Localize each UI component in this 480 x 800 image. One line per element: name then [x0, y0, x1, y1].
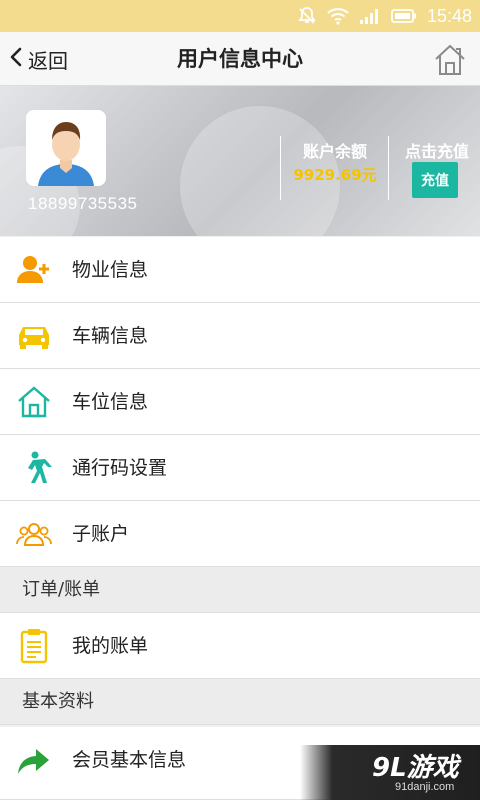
recharge-label: 点击充值: [404, 142, 469, 161]
menu-label: 车辆信息: [72, 325, 149, 347]
watermark-logo: 9L游戏 91danji.com: [300, 745, 480, 800]
share-arrow-icon: [16, 743, 52, 779]
watermark-brand: 9L游戏: [372, 753, 459, 783]
menu-label: 子账户: [72, 523, 130, 545]
battery-icon: [391, 8, 417, 24]
divider: [280, 136, 281, 200]
page-title: 用户信息中心: [177, 47, 303, 71]
group-users-icon: [16, 516, 52, 552]
avatar[interactable]: [26, 110, 106, 186]
menu-item-vehicle-info[interactable]: 车辆信息: [0, 303, 480, 369]
back-button[interactable]: 返回: [8, 32, 68, 86]
balance-value: 9929.69元: [293, 166, 377, 184]
clipboard-icon: [16, 628, 52, 664]
walking-person-icon: [16, 450, 52, 486]
add-user-icon: [16, 252, 52, 288]
clock: 15:48: [426, 5, 472, 26]
menu-label: 我的账单: [72, 635, 149, 657]
watermark-site: 91danji.com: [395, 781, 455, 793]
menu-label: 会员基本信息: [72, 749, 187, 771]
recharge-button[interactable]: 充值: [412, 162, 458, 198]
section-header-orders: 订单/账单: [0, 567, 480, 613]
menu-item-property-info[interactable]: 物业信息: [0, 237, 480, 303]
menu-item-passcode-settings[interactable]: 通行码设置: [0, 435, 480, 501]
mute-icon: [297, 6, 317, 26]
app-header: 返回 用户信息中心: [0, 32, 480, 86]
section-title: 订单/账单: [22, 579, 101, 600]
section-title: 基本资料: [22, 691, 94, 712]
chevron-left-icon: [8, 46, 24, 73]
phone-number: 18899735535: [28, 194, 138, 213]
section-header-basic-info: 基本资料: [0, 679, 480, 725]
menu-label: 通行码设置: [72, 457, 168, 479]
menu-item-parking-info[interactable]: 车位信息: [0, 369, 480, 435]
menu-label: 车位信息: [72, 391, 149, 413]
menu-item-sub-accounts[interactable]: 子账户: [0, 501, 480, 567]
house-icon: [16, 384, 52, 420]
menu-item-my-bills[interactable]: 我的账单: [0, 613, 480, 679]
home-button[interactable]: [432, 42, 468, 78]
balance-label: 账户余额: [302, 142, 367, 161]
car-icon: [16, 318, 52, 354]
profile-banner: 18899735535 账户余额 9929.69元 点击充值 充值: [0, 86, 480, 236]
menu-label: 物业信息: [72, 259, 149, 281]
divider: [388, 136, 389, 200]
status-bar: 15:48: [0, 0, 480, 32]
home-icon: [432, 44, 468, 82]
back-label: 返回: [28, 48, 68, 73]
signal-icon: [359, 7, 381, 25]
wifi-icon: [327, 7, 349, 25]
